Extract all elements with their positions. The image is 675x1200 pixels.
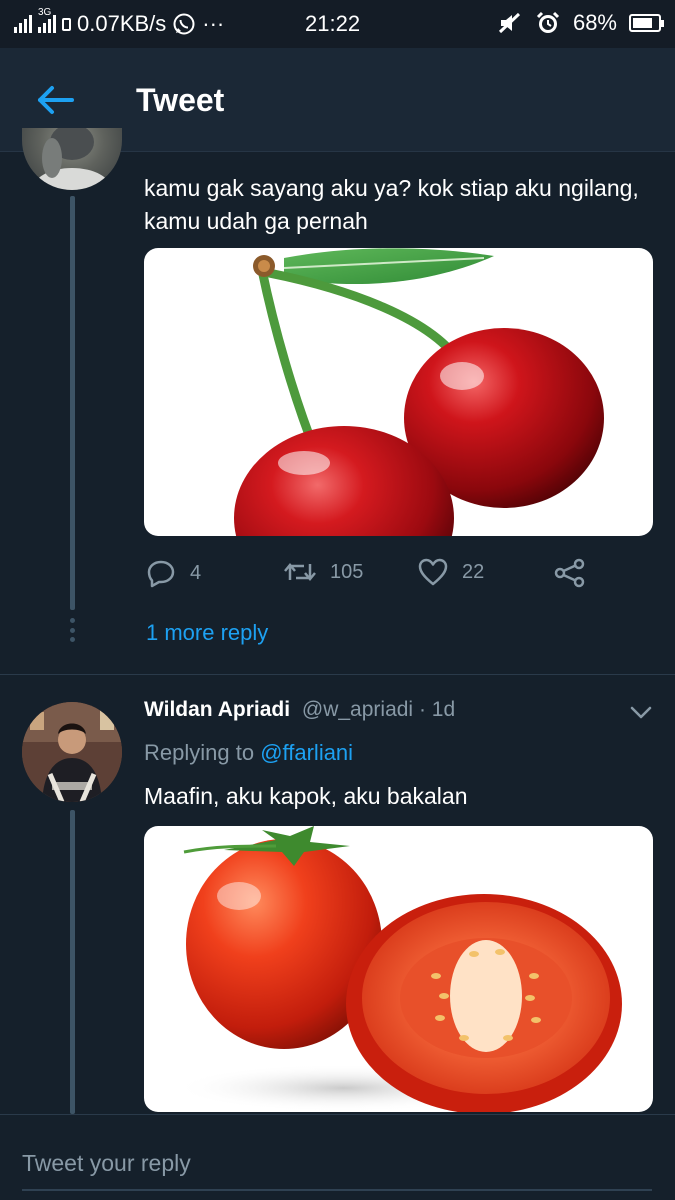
mute-icon xyxy=(498,12,520,34)
battery-icon xyxy=(629,14,664,32)
tweet-media[interactable] xyxy=(144,826,653,1112)
retweet-action[interactable]: 105 xyxy=(284,558,363,586)
reply-icon xyxy=(147,560,175,588)
page-title: Tweet xyxy=(136,82,225,118)
share-icon xyxy=(554,558,585,588)
more-replies-link[interactable]: 1 more reply xyxy=(146,620,268,646)
battery-percent: 68% xyxy=(572,10,617,35)
reply-underline xyxy=(22,1189,652,1191)
avatar[interactable] xyxy=(22,128,122,190)
avatar[interactable] xyxy=(22,702,122,802)
chevron-down-icon[interactable] xyxy=(630,706,652,720)
signal-icon xyxy=(14,15,32,33)
reply-bar xyxy=(0,1114,675,1200)
tweet-text: Maafin, aku kapok, aku bakalan xyxy=(144,783,468,809)
replying-handle[interactable]: @ffarliani xyxy=(260,740,353,765)
divider xyxy=(0,674,675,675)
tomato-image xyxy=(174,826,622,1112)
more-replies-dots xyxy=(70,618,75,642)
status-right: 68% xyxy=(497,10,664,36)
like-count: 22 xyxy=(462,560,485,583)
tweet-header: Wildan Apriadi @w_apriadi · 1d xyxy=(144,698,455,722)
retweet-icon xyxy=(284,563,316,581)
thread-line xyxy=(70,196,75,610)
status-time: 21:22 xyxy=(305,11,361,36)
reply-count: 4 xyxy=(190,561,202,584)
tweet-media[interactable] xyxy=(144,248,653,536)
share-action[interactable] xyxy=(554,558,586,588)
replying-cut: ▁▁▁▁▁▁ ▁▁ ▁▁▁▁▁▁▁▁ xyxy=(146,138,429,152)
cherry-image xyxy=(234,248,604,536)
status-bar: 3G 0.07KB/s ··· 21:22 68% xyxy=(0,0,675,48)
retweet-count: 105 xyxy=(330,560,364,583)
more-notifications-icon: ··· xyxy=(202,11,225,36)
whatsapp-icon xyxy=(173,13,195,35)
back-arrow-icon[interactable] xyxy=(36,84,76,116)
tweet-time: · 1d xyxy=(418,698,456,721)
like-action[interactable]: 22 xyxy=(418,558,484,586)
replying-prefix: Replying to xyxy=(144,740,255,765)
reply-input[interactable] xyxy=(22,1143,652,1183)
sim-icon xyxy=(62,17,71,31)
network-speed: 0.07KB/s xyxy=(77,11,167,36)
signal-3g-icon: 3G xyxy=(38,7,56,33)
user-name[interactable]: Wildan Apriadi xyxy=(144,698,290,721)
replying-to: Replying to @ffarliani xyxy=(144,740,353,766)
user-handle[interactable]: @w_apriadi xyxy=(302,698,413,721)
heart-icon xyxy=(418,558,448,586)
reply-action[interactable]: 4 xyxy=(146,558,201,588)
network-type: 3G xyxy=(38,7,52,18)
thread-line xyxy=(70,810,75,1114)
alarm-icon xyxy=(536,11,560,33)
status-left: 3G 0.07KB/s ··· xyxy=(14,7,225,37)
tweet-actions: 4 105 22 xyxy=(146,558,606,594)
tweet-text: kamu gak sayang aku ya? kok stiap aku ng… xyxy=(144,175,639,234)
